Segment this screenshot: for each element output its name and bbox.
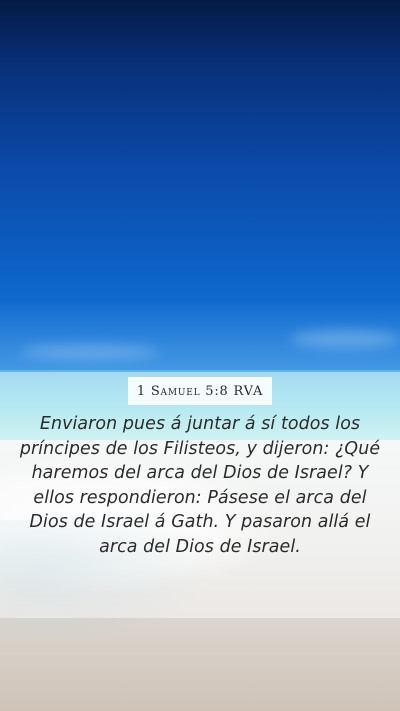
verse-text: Enviaron pues á juntar á sí todos los pr… [19, 414, 381, 557]
reference-badge: 1 Samuel 5:8 RVA [128, 377, 272, 405]
verse-reference: 1 Samuel 5:8 RVA [136, 383, 264, 399]
horizon-haze [0, 300, 400, 372]
